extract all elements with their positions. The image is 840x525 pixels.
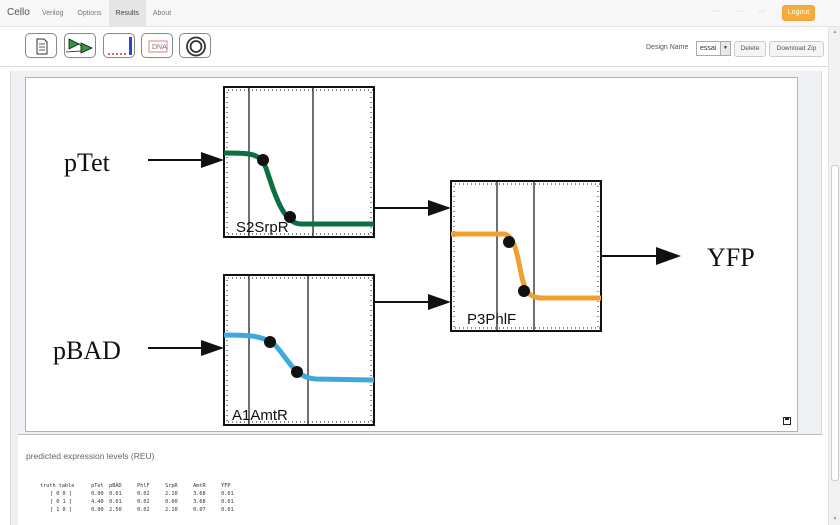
plot-icon <box>108 37 132 55</box>
gate-label: S2SrpR <box>236 219 289 236</box>
tt-cell: 0.01 <box>221 499 234 505</box>
gate-s2srpr: S2SrpR <box>223 86 375 238</box>
save-icon[interactable] <box>783 417 791 425</box>
tab-results[interactable]: Results <box>108 0 146 27</box>
tt-cell: 0.02 <box>137 499 150 505</box>
arrow-a1amtr-to-p3phlf <box>375 294 451 310</box>
scroll-up-icon[interactable]: ▲ <box>831 29 839 35</box>
tt-cell: 4.40 <box>91 499 104 505</box>
tt-header-cell: pBAD <box>109 483 122 489</box>
tab-about[interactable]: About <box>146 0 178 27</box>
chevron-down-icon: ▼ <box>720 42 730 55</box>
nav-tabs: Verilog Options Results About <box>35 0 178 27</box>
tt-header-cell: AmtR <box>193 483 206 489</box>
circuit-diagram-panel: pTet pBAD YFP S2SrpR A1AmtR P3PhlF <box>25 77 798 432</box>
tt-cell: 0.00 <box>91 507 104 513</box>
logout-button[interactable]: Logout <box>782 5 815 21</box>
tt-cell: 3.68 <box>193 491 206 497</box>
top-navbar: Cello Verilog Options Results About Logo… <box>0 0 840 27</box>
gate-label: A1AmtR <box>232 407 288 424</box>
gate-a1amtr: A1AmtR <box>223 274 375 426</box>
tt-cell: 0.02 <box>137 491 150 497</box>
tt-cell: 0.01 <box>221 491 234 497</box>
truth-table-header: truth table pTet pBAD PhlF SrpR AmtR YFP <box>40 482 249 490</box>
operating-point <box>291 366 303 378</box>
arrow-ptet <box>148 152 224 168</box>
tt-cell: [ 0 1 ] <box>50 499 72 505</box>
arrow-pbad <box>148 340 224 356</box>
target-icon <box>186 36 206 57</box>
tt-cell: 0.02 <box>137 507 150 513</box>
input-label-ptet: pTet <box>64 148 111 177</box>
nav-placeholder <box>712 10 720 12</box>
tt-cell: 2.10 <box>165 491 178 497</box>
output-label-yfp: YFP <box>707 243 755 272</box>
tt-header-cell: SrpR <box>165 483 178 489</box>
arrow-s2srpr-to-p3phlf <box>375 200 451 216</box>
tt-header-cell: PhlF <box>137 483 150 489</box>
operating-point <box>518 285 530 297</box>
page-scrollbar[interactable]: ▲ ▼ <box>828 27 840 525</box>
input-label-pbad: pBAD <box>53 336 121 365</box>
tt-cell: [ 0 0 ] <box>50 491 72 497</box>
tt-cell: 0.01 <box>109 491 122 497</box>
tt-cell: 2.10 <box>165 507 178 513</box>
svg-text:DNA: DNA <box>152 44 167 51</box>
gate-p3phlf: P3PhlF <box>450 180 602 332</box>
tt-cell: 0.01 <box>109 499 122 505</box>
tt-cell: 2.50 <box>109 507 122 513</box>
truth-table-row: [ 0 1 ] 4.40 0.01 0.02 0.00 3.68 0.01 <box>40 498 249 506</box>
nav-placeholder <box>758 10 766 12</box>
truth-table: truth table pTet pBAD PhlF SrpR AmtR YFP [ 0 … <box>40 482 249 514</box>
circuit-diagram: pTet pBAD YFP S2SrpR A1AmtR P3PhlF <box>53 86 755 426</box>
toolbar-divider <box>0 66 828 67</box>
dna-icon: DNA <box>148 40 168 53</box>
design-name-value: essai <box>700 45 717 52</box>
nav-placeholder <box>735 10 743 12</box>
gate-label: P3PhlF <box>467 311 516 328</box>
scroll-thumb[interactable] <box>831 165 839 481</box>
target-button[interactable] <box>179 33 211 58</box>
operating-point <box>264 336 276 348</box>
plot-button[interactable] <box>103 33 135 58</box>
tt-cell: [ 1 0 ] <box>50 507 72 513</box>
expression-title: predicted expression levels (REU) <box>26 451 155 461</box>
circuit-icon <box>65 38 93 54</box>
circuit-button[interactable] <box>64 33 96 58</box>
delete-button[interactable]: Delete <box>734 41 766 57</box>
truth-table-row: [ 0 0 ] 0.00 0.01 0.02 2.10 3.68 0.01 <box>40 490 249 498</box>
tt-cell: 0.01 <box>221 507 234 513</box>
arrow-output <box>601 247 681 265</box>
truth-table-row: [ 1 0 ] 0.00 2.50 0.02 2.10 0.07 0.01 <box>40 506 249 514</box>
design-name-select[interactable]: essai ▼ <box>696 41 731 56</box>
document-button[interactable] <box>25 33 57 58</box>
dna-button[interactable]: DNA <box>141 33 173 58</box>
download-zip-button[interactable]: Download Zip <box>769 41 824 57</box>
tt-cell: 0.00 <box>165 499 178 505</box>
tt-header-cell: pTet <box>91 483 104 489</box>
tt-header-cell: YFP <box>221 483 231 489</box>
tt-cell: 3.68 <box>193 499 206 505</box>
tab-options[interactable]: Options <box>70 0 108 27</box>
brand-logo[interactable]: Cello <box>7 7 30 18</box>
tab-verilog[interactable]: Verilog <box>35 0 70 27</box>
expression-panel: predicted expression levels (REU) truth … <box>18 434 822 525</box>
scroll-down-icon[interactable]: ▼ <box>831 516 839 522</box>
tt-cell: 0.07 <box>193 507 206 513</box>
operating-point <box>257 154 269 166</box>
operating-point <box>503 236 515 248</box>
tt-header-cell: truth table <box>40 483 75 489</box>
document-icon <box>36 38 48 55</box>
design-name-label: Design Name <box>646 44 689 51</box>
tt-cell: 0.00 <box>91 491 104 497</box>
